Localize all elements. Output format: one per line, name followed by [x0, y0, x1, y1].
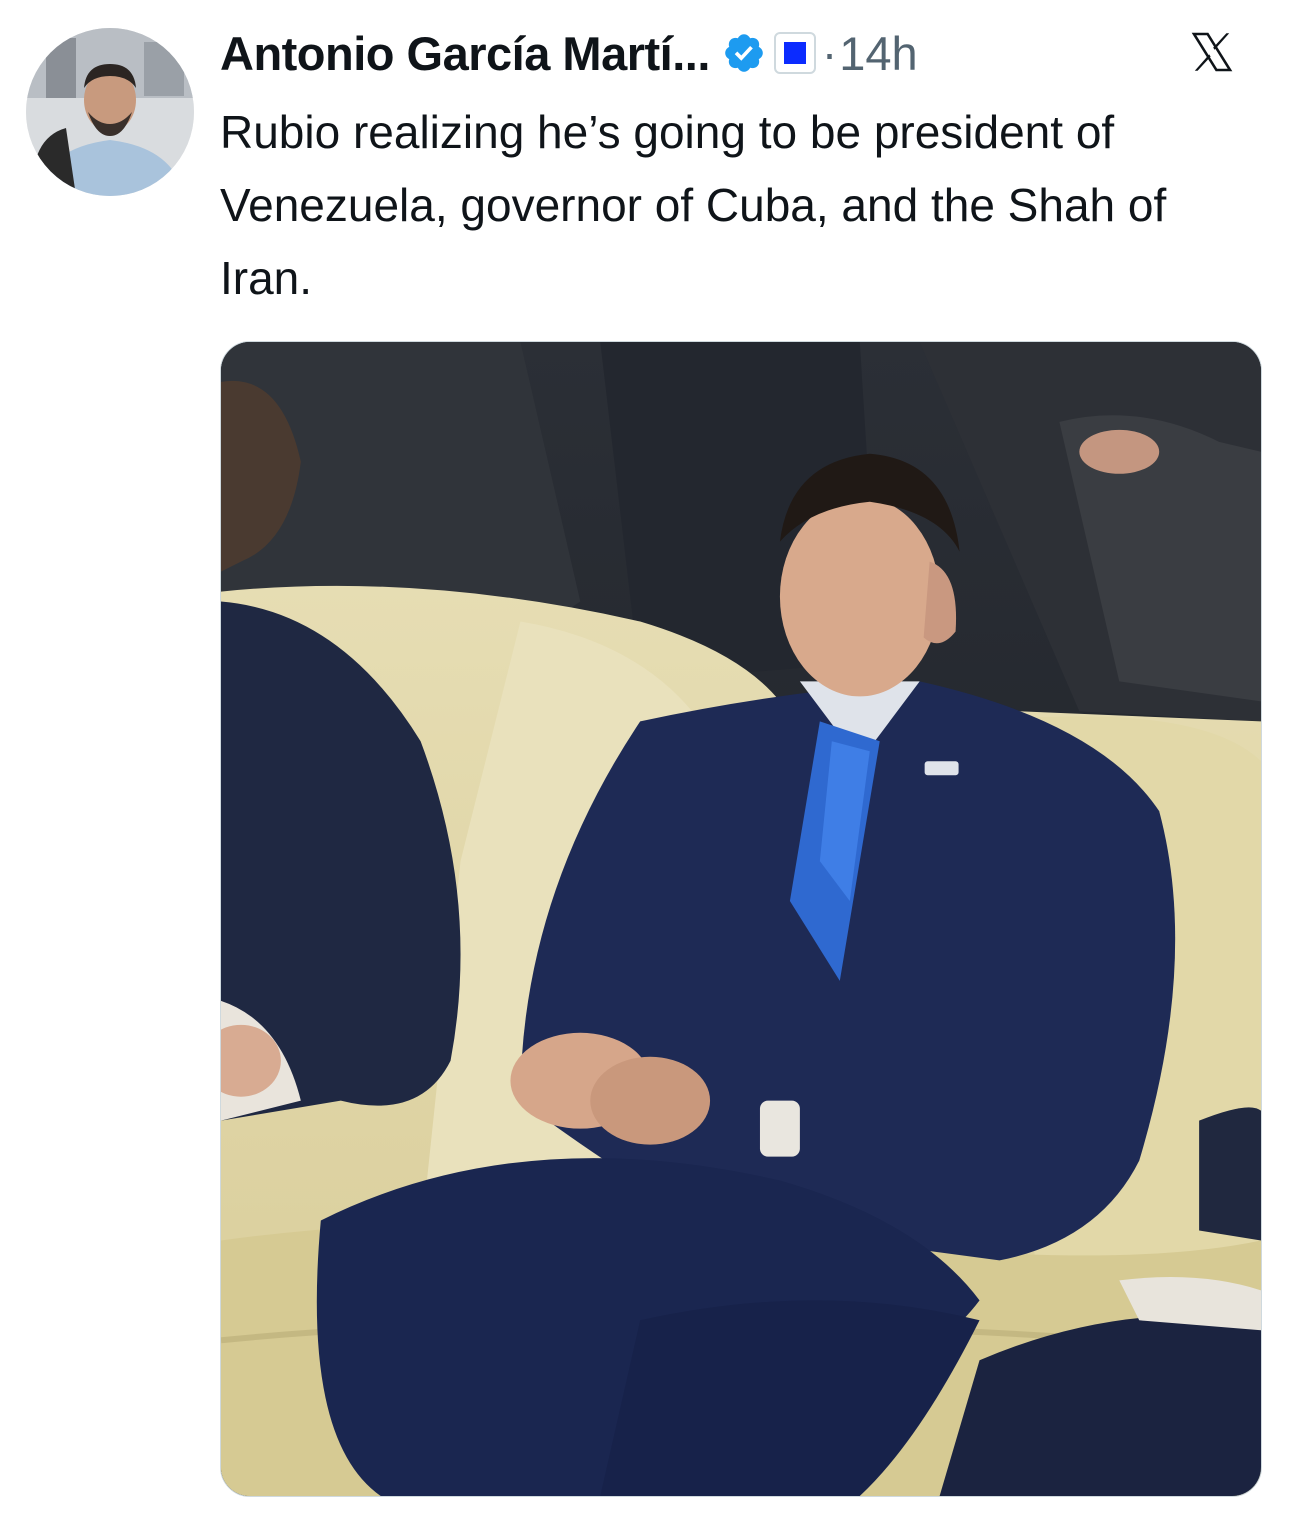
photo-illustration	[221, 342, 1261, 1496]
tweet-header: Antonio García Martí... · 14h	[220, 22, 1270, 84]
tweet-text: Rubio realizing he’s going to be preside…	[220, 106, 1167, 304]
author-name[interactable]: Antonio García Martí...	[220, 26, 710, 81]
avatar[interactable]	[26, 28, 194, 196]
x-logo-icon	[1188, 28, 1236, 76]
verified-badge-icon[interactable]	[722, 31, 766, 75]
affiliation-badge-icon[interactable]	[773, 32, 816, 74]
timestamp[interactable]: 14h	[839, 26, 917, 81]
timestamp-separator: ·	[821, 27, 838, 79]
blue-square-icon	[783, 42, 806, 64]
tweet-media-photo[interactable]	[220, 341, 1262, 1497]
tweet-card[interactable]: Antonio García Martí... · 14h Rubio real…	[0, 0, 1290, 1531]
avatar-image	[26, 28, 194, 196]
